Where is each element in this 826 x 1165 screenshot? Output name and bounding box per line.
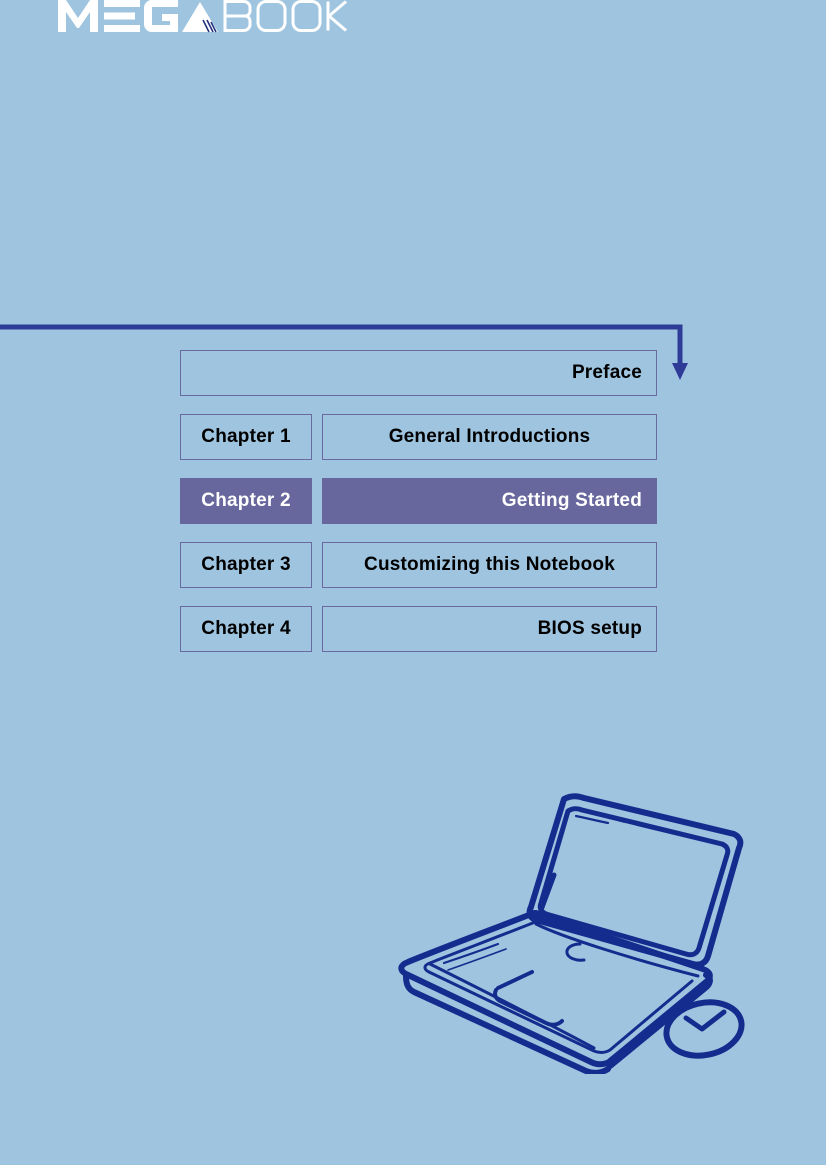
toc-chapter-label-4: Chapter 4 (180, 606, 312, 652)
toc-title-chapter-3: Customizing this Notebook (322, 542, 657, 588)
toc-row-chapter-1[interactable]: Chapter 1 General Introductions (180, 414, 657, 460)
cover-page: Preface Chapter 1 General Introductions … (0, 0, 826, 1165)
toc-row-chapter-4[interactable]: Chapter 4 BIOS setup (180, 606, 657, 652)
toc-title-preface: Preface (180, 350, 657, 396)
table-of-contents: Preface Chapter 1 General Introductions … (180, 350, 657, 652)
toc-row-chapter-2[interactable]: Chapter 2 Getting Started (180, 478, 657, 524)
toc-row-preface[interactable]: Preface (180, 350, 657, 396)
toc-title-chapter-1: General Introductions (322, 414, 657, 460)
toc-chapter-label-1: Chapter 1 (180, 414, 312, 460)
toc-title-chapter-2: Getting Started (322, 478, 657, 524)
header-graphic (0, 0, 826, 340)
toc-row-chapter-3[interactable]: Chapter 3 Customizing this Notebook (180, 542, 657, 588)
notebook-laptop-sketch-icon (386, 786, 754, 1074)
header-arc-disc-front (0, 0, 826, 340)
megabook-logo (58, 0, 348, 38)
toc-chapter-label-3: Chapter 3 (180, 542, 312, 588)
toc-chapter-label-2: Chapter 2 (180, 478, 312, 524)
toc-title-chapter-4: BIOS setup (322, 606, 657, 652)
